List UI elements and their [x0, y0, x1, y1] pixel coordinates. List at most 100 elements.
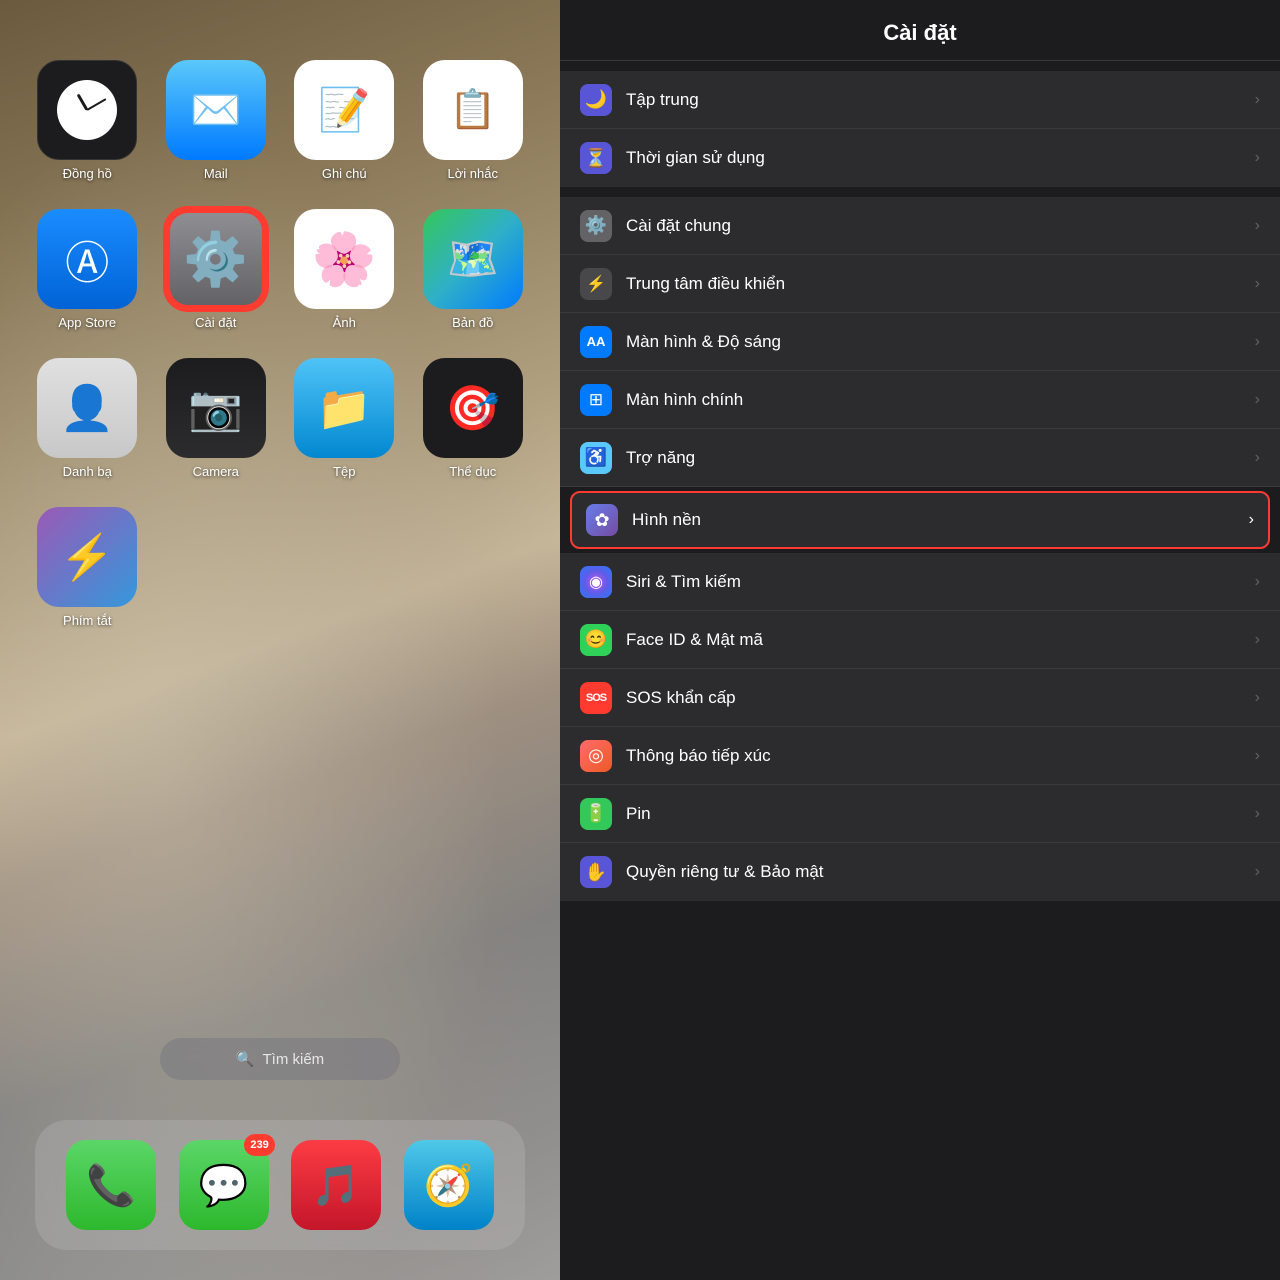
- settings-row-focus[interactable]: 🌙 Tập trung ›: [560, 71, 1280, 129]
- hand-icon: ✋: [585, 862, 607, 883]
- app-grid: Đồng hồ ✉️ Mail 📝 Ghi chú 📋 Lời nhắc Ⓐ: [0, 40, 560, 648]
- settings-list: 🌙 Tập trung › ⏳ Thời gian sử dụng › ⚙️ C…: [560, 61, 1280, 1280]
- settings-row-faceid[interactable]: 😊 Face ID & Mật mã ›: [560, 611, 1280, 669]
- dock-phone[interactable]: 📞: [66, 1140, 156, 1230]
- app-camera[interactable]: 📷 Camera: [157, 358, 276, 479]
- person-circle-icon: ♿: [585, 447, 607, 468]
- search-bar[interactable]: 🔍 Tìm kiếm: [160, 1038, 400, 1080]
- settings-header-title: Cài đặt: [560, 0, 1280, 61]
- contact-label: Thông báo tiếp xúc: [626, 746, 1241, 766]
- screentime-icon: ⏳: [580, 142, 612, 174]
- app-files[interactable]: 📁 Tệp: [285, 358, 404, 479]
- contact-chevron: ›: [1255, 747, 1260, 765]
- settings-row-screentime[interactable]: ⏳ Thời gian sử dụng ›: [560, 129, 1280, 187]
- screentime-label: Thời gian sử dụng: [626, 148, 1241, 168]
- settings-row-battery[interactable]: 🔋 Pin ›: [560, 785, 1280, 843]
- app-reminders[interactable]: 📋 Lời nhắc: [414, 60, 533, 181]
- controlcenter-label: Trung tâm điều khiển: [626, 274, 1241, 294]
- settings-group-focus: 🌙 Tập trung › ⏳ Thời gian sử dụng ›: [560, 71, 1280, 187]
- app-clock[interactable]: Đồng hồ: [28, 60, 147, 181]
- settings-row-homescreen[interactable]: ⊞ Màn hình chính ›: [560, 371, 1280, 429]
- flower-icon: ✿: [594, 510, 609, 531]
- app-appstore[interactable]: Ⓐ App Store: [28, 209, 147, 330]
- privacy-label: Quyền riêng tư & Bảo mật: [626, 862, 1241, 882]
- app-mail[interactable]: ✉️ Mail: [157, 60, 276, 181]
- group-divider-1: [560, 187, 1280, 197]
- controlcenter-icon: ⚡: [580, 268, 612, 300]
- app-settings[interactable]: ⚙️ Cài đặt: [157, 209, 276, 330]
- settings-row-wallpaper[interactable]: ✿ Hình nền ›: [570, 491, 1270, 549]
- app-appstore-label: App Store: [58, 315, 116, 330]
- privacy-chevron: ›: [1255, 863, 1260, 881]
- dock-music[interactable]: 🎵: [291, 1140, 381, 1230]
- faceid-chevron: ›: [1255, 631, 1260, 649]
- contact-icon: ◎: [580, 740, 612, 772]
- wallpaper-icon: ✿: [586, 504, 618, 536]
- moon-icon: 🌙: [585, 89, 607, 110]
- settings-panel: Cài đặt 🌙 Tập trung › ⏳ Thời gian sử dụn…: [560, 0, 1280, 1280]
- battery-symbol: 🔋: [585, 803, 607, 824]
- dock-messages[interactable]: 💬 239: [179, 1140, 269, 1230]
- dock: 📞 💬 239 🎵 🧭: [35, 1120, 525, 1250]
- hourglass-icon: ⏳: [585, 148, 607, 169]
- display-label: Màn hình & Độ sáng: [626, 332, 1241, 352]
- focus-label: Tập trung: [626, 90, 1241, 110]
- accessibility-chevron: ›: [1255, 449, 1260, 467]
- app-reminders-label: Lời nhắc: [448, 166, 498, 181]
- siri-icon: ◉: [580, 566, 612, 598]
- sos-symbol: SOS: [586, 692, 606, 704]
- app-shortcuts[interactable]: ⚡ Phím tắt: [28, 507, 147, 628]
- settings-row-display[interactable]: AA Màn hình & Độ sáng ›: [560, 313, 1280, 371]
- display-icon: AA: [580, 326, 612, 358]
- dot-circle-icon: ◎: [588, 745, 604, 766]
- siri-chevron: ›: [1255, 573, 1260, 591]
- settings-row-siri[interactable]: ◉ Siri & Tìm kiếm ›: [560, 553, 1280, 611]
- settings-row-privacy[interactable]: ✋ Quyền riêng tư & Bảo mật ›: [560, 843, 1280, 901]
- settings-group-main: ⚙️ Cài đặt chung › ⚡ Trung tâm điều khiể…: [560, 197, 1280, 901]
- sos-label: SOS khẩn cấp: [626, 688, 1241, 708]
- app-shortcuts-label: Phím tắt: [63, 613, 111, 628]
- app-fitness-label: Thể dục: [449, 464, 496, 479]
- siri-symbol: ◉: [589, 572, 603, 592]
- app-notes[interactable]: 📝 Ghi chú: [285, 60, 404, 181]
- app-maps[interactable]: 🗺️ Bản đồ: [414, 209, 533, 330]
- search-label: Tìm kiếm: [263, 1051, 325, 1068]
- app-contacts[interactable]: 👤 Danh bạ: [28, 358, 147, 479]
- homescreen-chevron: ›: [1255, 391, 1260, 409]
- app-photos[interactable]: 🌸 Ảnh: [285, 209, 404, 330]
- app-photos-label: Ảnh: [333, 315, 356, 330]
- grid-icon: ⊞: [589, 390, 603, 410]
- faceid-icon: 😊: [580, 624, 612, 656]
- settings-row-general[interactable]: ⚙️ Cài đặt chung ›: [560, 197, 1280, 255]
- settings-row-sos[interactable]: SOS SOS khẩn cấp ›: [560, 669, 1280, 727]
- gear-icon: ⚙️: [585, 215, 607, 236]
- privacy-icon: ✋: [580, 856, 612, 888]
- switch-icon: ⚡: [586, 274, 606, 294]
- app-mail-label: Mail: [204, 166, 228, 181]
- homescreen-label: Màn hình chính: [626, 390, 1241, 410]
- messages-badge: 239: [244, 1134, 274, 1156]
- settings-row-accessibility[interactable]: ♿ Trợ năng ›: [560, 429, 1280, 487]
- app-files-label: Tệp: [333, 464, 355, 479]
- app-camera-label: Camera: [193, 464, 239, 479]
- app-fitness[interactable]: 🎯 Thể dục: [414, 358, 533, 479]
- controlcenter-chevron: ›: [1255, 275, 1260, 293]
- dock-safari[interactable]: 🧭: [404, 1140, 494, 1230]
- app-notes-label: Ghi chú: [322, 166, 367, 181]
- app-settings-label: Cài đặt: [195, 315, 236, 330]
- focus-chevron: ›: [1255, 91, 1260, 109]
- focus-icon: 🌙: [580, 84, 612, 116]
- battery-icon: 🔋: [580, 798, 612, 830]
- display-chevron: ›: [1255, 333, 1260, 351]
- settings-row-controlcenter[interactable]: ⚡ Trung tâm điều khiển ›: [560, 255, 1280, 313]
- battery-label: Pin: [626, 804, 1241, 824]
- face-icon: 😊: [585, 629, 607, 650]
- search-icon: 🔍: [236, 1050, 255, 1068]
- settings-row-contact[interactable]: ◎ Thông báo tiếp xúc ›: [560, 727, 1280, 785]
- aa-icon: AA: [587, 334, 606, 349]
- battery-chevron: ›: [1255, 805, 1260, 823]
- app-clock-label: Đồng hồ: [63, 166, 112, 181]
- home-screen: Đồng hồ ✉️ Mail 📝 Ghi chú 📋 Lời nhắc Ⓐ: [0, 0, 560, 1280]
- screentime-chevron: ›: [1255, 149, 1260, 167]
- general-icon: ⚙️: [580, 210, 612, 242]
